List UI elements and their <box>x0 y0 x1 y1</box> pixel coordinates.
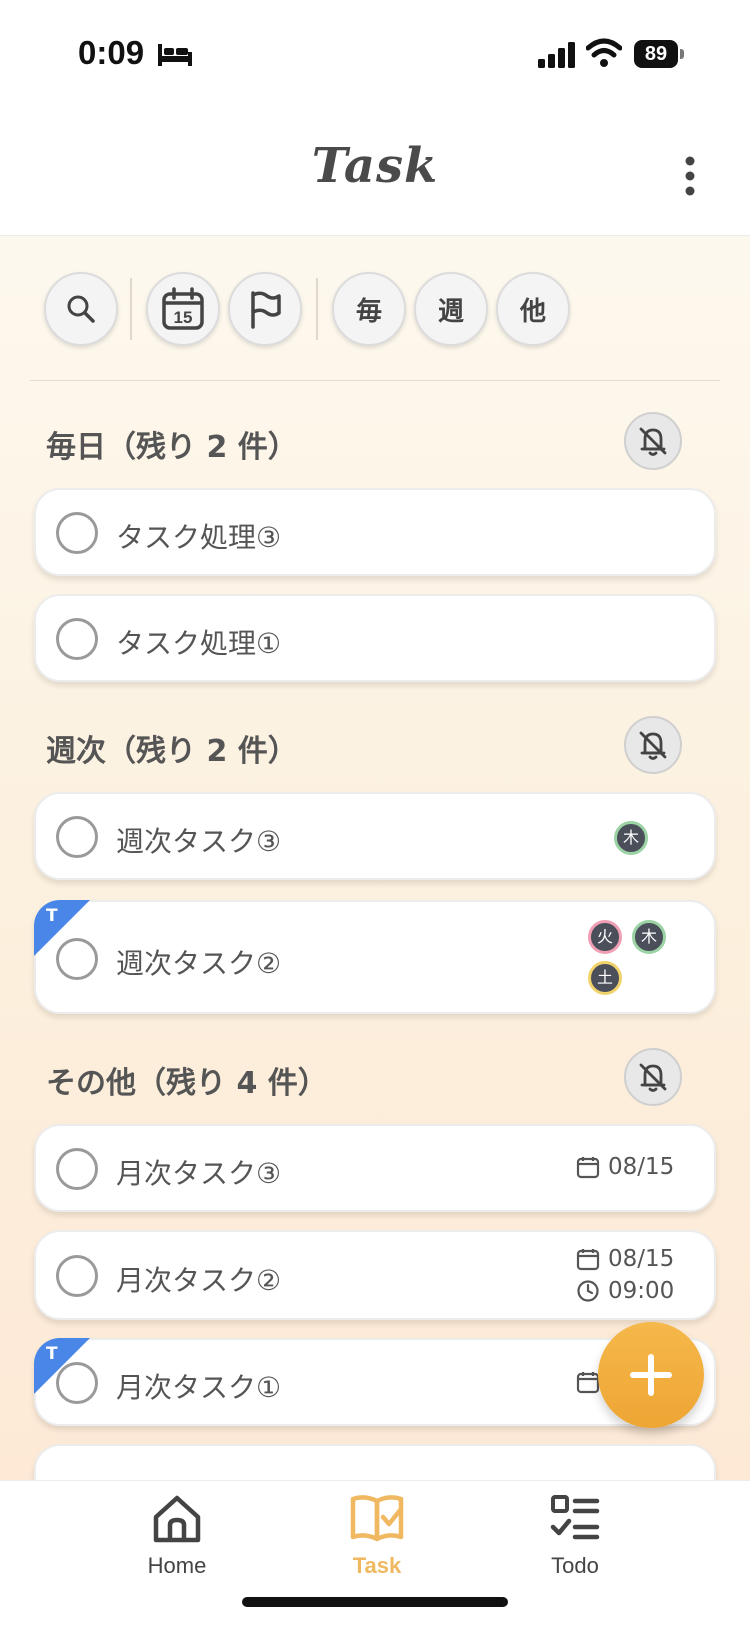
task-content: 15 毎 週 他 毎日（残り 2 件） タスク処理③ タスク処理① 週次（残り … <box>0 236 750 1480</box>
section-title-other: その他（残り 4 件） <box>46 1066 328 1101</box>
wifi-icon <box>586 38 622 67</box>
notification-toggle-button[interactable] <box>624 1048 682 1106</box>
filter-divider <box>130 278 132 340</box>
home-icon <box>153 1495 201 1543</box>
task-label: 月次タスク③ <box>116 1157 282 1190</box>
flag-filter-button[interactable] <box>228 272 302 346</box>
filter-weekly-button[interactable]: 週 <box>414 272 488 346</box>
calendar-icon <box>576 1157 600 1179</box>
task-checkbox[interactable] <box>56 1362 98 1404</box>
task-label: 月次タスク① <box>116 1371 282 1404</box>
task-due-date: 08/15 <box>576 1246 674 1272</box>
task-card[interactable] <box>34 1444 716 1480</box>
task-checkbox[interactable] <box>56 512 98 554</box>
plus-icon <box>630 1354 672 1396</box>
day-badge: 火 <box>588 920 622 954</box>
search-icon <box>67 295 95 323</box>
task-card[interactable]: 週次タスク③ 木 <box>34 792 716 880</box>
page-title: Task <box>311 138 439 194</box>
due-date-text: 08/15 <box>608 1154 675 1180</box>
task-due-date: 08/15 <box>576 1154 674 1180</box>
filter-divider <box>316 278 318 340</box>
due-time-text: 09:00 <box>608 1278 675 1304</box>
section-title-weekly: 週次（残り 2 件） <box>46 734 298 769</box>
filter-every-day-button[interactable]: 毎 <box>332 272 406 346</box>
filter-other-button[interactable]: 他 <box>496 272 570 346</box>
bell-off-icon <box>639 427 667 456</box>
bed-icon <box>158 44 192 66</box>
task-label: 週次タスク② <box>116 947 282 980</box>
task-checkbox[interactable] <box>56 816 98 858</box>
task-checkbox[interactable] <box>56 1255 98 1297</box>
checklist-icon <box>550 1495 600 1540</box>
calendar-icon <box>576 1249 600 1271</box>
calendar-filter-button[interactable]: 15 <box>146 272 220 346</box>
due-date-text: 08/15 <box>608 1246 675 1272</box>
status-bar: 0:09 89 <box>0 0 750 110</box>
filter-bar: 15 毎 週 他 <box>44 272 724 352</box>
task-card[interactable]: 月次タスク③ 08/15 <box>34 1124 716 1212</box>
app-header: Task <box>0 110 750 236</box>
status-time: 0:09 <box>78 34 145 71</box>
task-label: 週次タスク③ <box>116 825 282 858</box>
bell-off-icon <box>639 731 667 760</box>
battery-icon: 89 <box>634 40 684 68</box>
day-badge: 木 <box>632 920 666 954</box>
section-title-daily: 毎日（残り 2 件） <box>46 430 298 465</box>
task-card[interactable]: タスク処理③ <box>34 488 716 576</box>
nav-task[interactable]: Task <box>302 1493 452 1579</box>
notification-toggle-button[interactable] <box>624 412 682 470</box>
task-card[interactable]: タスク処理① <box>34 594 716 682</box>
svg-text:15: 15 <box>174 308 193 327</box>
nav-todo-label: Todo <box>551 1553 599 1578</box>
nav-task-label: Task <box>352 1553 402 1578</box>
task-tag-label: T <box>46 906 58 926</box>
nav-home-label: Home <box>147 1553 207 1578</box>
task-card[interactable]: T 週次タスク② 火 木 土 <box>34 900 716 1014</box>
task-due-time: 09:00 <box>576 1278 674 1304</box>
bell-off-icon <box>639 1063 667 1092</box>
add-task-button[interactable] <box>598 1322 704 1428</box>
divider <box>30 380 720 381</box>
task-tag-label: T <box>46 1344 58 1364</box>
battery-level: 89 <box>634 40 678 68</box>
clock-icon <box>577 1280 599 1302</box>
book-check-icon <box>350 1495 404 1542</box>
task-checkbox[interactable] <box>56 938 98 980</box>
task-checkbox[interactable] <box>56 1148 98 1190</box>
home-indicator <box>242 1597 508 1607</box>
bottom-nav: Home Task Todo <box>0 1480 750 1626</box>
more-vertical-icon[interactable] <box>684 156 696 196</box>
cellular-signal-icon <box>538 42 575 68</box>
task-card[interactable]: 月次タスク② 08/15 09:00 <box>34 1230 716 1320</box>
nav-home[interactable]: Home <box>102 1493 252 1579</box>
flag-icon <box>251 291 281 329</box>
task-label: 月次タスク② <box>116 1264 282 1297</box>
calendar-icon: 15 <box>162 287 204 330</box>
search-button[interactable] <box>44 272 118 346</box>
nav-todo[interactable]: Todo <box>500 1493 650 1579</box>
task-checkbox[interactable] <box>56 618 98 660</box>
task-label: タスク処理③ <box>116 521 282 554</box>
day-badge: 木 <box>614 821 648 855</box>
calendar-icon <box>576 1372 600 1394</box>
notification-toggle-button[interactable] <box>624 716 682 774</box>
day-badge: 土 <box>588 961 622 995</box>
task-label: タスク処理① <box>116 627 282 660</box>
